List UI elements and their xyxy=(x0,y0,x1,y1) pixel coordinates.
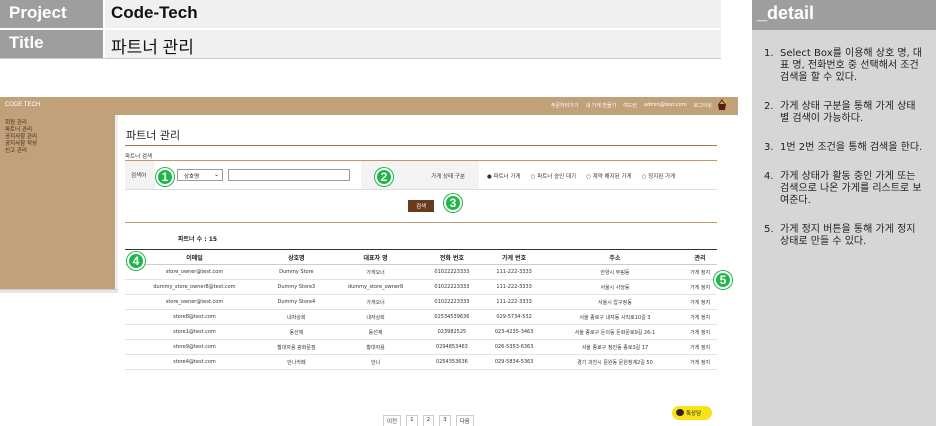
title-divider xyxy=(125,145,717,146)
nav-order[interactable]: 주문하러가기 xyxy=(551,102,579,109)
title-value: 파트너 관리 xyxy=(105,30,721,58)
sidebar-item-write-notice[interactable]: 공지사항 작성 xyxy=(5,141,118,148)
pager-page-1[interactable]: 1 xyxy=(406,415,418,426)
project-key: Project xyxy=(0,0,103,28)
partner-count: 파트너 수 : 15 xyxy=(178,236,218,243)
pagination: 이전 1 2 3 다음 xyxy=(383,415,474,426)
search-box: 검색어 상호명 ⌄ 가게 상태 구분 ● 파트너 가게 ○ 파트너 승인 대기 … xyxy=(125,160,717,190)
detail-item: 2. 가게 상태 구분을 통해 가게 상태 별 검색이 가능하다. xyxy=(764,101,916,124)
col-phone: 전화 번호 xyxy=(422,249,482,265)
pager-next[interactable]: 다음 xyxy=(455,415,474,426)
table-row: store4@test.com 안나카페 안나 0254353636 029-5834-… xyxy=(125,354,717,370)
suspend-store-button[interactable]: 가게 정지 xyxy=(683,339,717,355)
suspend-store-button[interactable]: 가게 정지 xyxy=(683,264,717,280)
col-store-name: 상호명 xyxy=(263,249,329,265)
sidebar-horizontal-scrollbar[interactable] xyxy=(0,289,118,293)
basket-icon[interactable] xyxy=(716,99,728,111)
brand-logo[interactable]: CODE TECH xyxy=(5,102,40,108)
marker-5: 5 xyxy=(714,271,732,289)
marker-3: 3 xyxy=(444,194,462,212)
search-type-select[interactable]: 상호명 ⌄ xyxy=(177,169,223,181)
status-radio-group: ● 파트너 가게 ○ 파트너 승인 대기 ○ 계약 해지된 가게 ○ 정지된 가… xyxy=(487,172,675,180)
page-title: 파트너 관리 xyxy=(126,129,181,142)
table-header-row: 이메일 상호명 대표자 명 전화 번호 가게 번호 주소 관리 xyxy=(125,249,717,265)
partner-table: 이메일 상호명 대표자 명 전화 번호 가게 번호 주소 관리 store_ow… xyxy=(125,249,717,370)
pager-page-2[interactable]: 2 xyxy=(422,415,435,426)
table-row: store8@test.com 내자상회 내자상회 02534539636 029-57… xyxy=(125,309,717,325)
table-row: store1@test.com 동선재 동선재 023982525 023-4235-3… xyxy=(125,324,717,340)
suspend-store-button[interactable]: 가게 정지 xyxy=(683,324,717,340)
chevron-down-icon: ⌄ xyxy=(213,171,219,178)
table-row: store_owner@test.com Dummy Store4 가게오너 0102… xyxy=(125,294,717,310)
search-button[interactable]: 검색 xyxy=(408,200,434,212)
detail-list: 1. Select Box를 이용해 상호 명, 대표 명, 전화번호 중 선택해… xyxy=(752,30,936,248)
detail-panel: _detail 1. Select Box를 이용해 상호 명, 대표 명, 전화… xyxy=(752,0,936,426)
pager-page-3[interactable]: 3 xyxy=(439,415,451,426)
detail-item: 5. 가게 정지 버튼을 통해 가게 정지 상태로 만들 수 있다. xyxy=(764,224,916,247)
app-screenshot: CODE TECH 주문하러가기 내 가게 만들기 여드런 admin@test… xyxy=(0,97,738,426)
sidebar-item-notices[interactable]: 공지사항 관리 xyxy=(5,134,118,141)
results-divider xyxy=(125,222,717,223)
col-store-phone: 가게 번호 xyxy=(481,249,547,265)
search-input[interactable] xyxy=(228,169,350,181)
marker-4: 4 xyxy=(127,252,145,270)
table-row: store9@test.com 황대자용 광화문점 황대자용 0294853463 02… xyxy=(125,339,717,355)
detail-item: 4. 가게 상태가 활동 중인 가게 또는 검색으로 나온 가게를 리스트로 보여… xyxy=(764,171,922,206)
marker-2: 2 xyxy=(375,168,393,186)
marker-1: 1 xyxy=(156,168,174,186)
sidebar-item-members[interactable]: 회원 관리 xyxy=(5,120,118,127)
search-term-label: 검색어 xyxy=(125,161,155,189)
detail-title: _detail xyxy=(752,0,936,30)
kakao-chat-button[interactable]: 톡상담 xyxy=(672,406,712,420)
col-address: 주소 xyxy=(546,249,684,265)
header-divider xyxy=(0,58,721,59)
radio-suspended[interactable]: ○ 정지된 가게 xyxy=(642,172,676,180)
title-row: Title 파트너 관리 xyxy=(0,30,721,58)
nav-email[interactable]: admin@test.com xyxy=(644,102,687,109)
col-owner: 대표자 명 xyxy=(328,249,423,265)
table-row: dummy_store_owner8@test.com Dummy Store3 d… xyxy=(125,279,717,295)
speech-bubble-icon xyxy=(676,409,684,416)
nav-logout[interactable]: 로그아웃 xyxy=(694,102,712,109)
slide: Project Code-Tech Title 파트너 관리 _detail 1… xyxy=(0,0,936,426)
radio-pending[interactable]: ○ 파트너 승인 대기 xyxy=(531,172,576,180)
sidebar: 회원 관리 파트너 관리 공지사항 관리 공지사항 작성 신고 관리 xyxy=(0,115,118,291)
suspend-store-button[interactable]: 가게 정지 xyxy=(683,294,717,310)
nav-make-store[interactable]: 내 가게 만들기 xyxy=(585,102,616,109)
col-manage: 관리 xyxy=(683,249,717,265)
search-section-label: 파트너 검색 xyxy=(125,154,153,160)
nav-user[interactable]: 여드런 xyxy=(623,102,637,109)
sidebar-item-reports[interactable]: 신고 관리 xyxy=(5,148,118,155)
project-value: Code-Tech xyxy=(105,0,721,28)
detail-item: 1. Select Box를 이용해 상호 명, 대표 명, 전화번호 중 선택해… xyxy=(764,48,923,83)
col-email: 이메일 xyxy=(125,249,264,265)
suspend-store-button[interactable]: 가게 정지 xyxy=(683,309,717,325)
radio-terminated[interactable]: ○ 계약 해지된 가게 xyxy=(586,172,631,180)
sidebar-item-partners[interactable]: 파트너 관리 xyxy=(5,127,118,134)
suspend-store-button[interactable]: 가게 정지 xyxy=(683,354,717,370)
top-nav: 주문하러가기 내 가게 만들기 여드런 admin@test.com 로그아웃 xyxy=(551,102,712,109)
radio-partner-store[interactable]: ● 파트너 가게 xyxy=(487,172,521,180)
top-bar: CODE TECH 주문하러가기 내 가게 만들기 여드런 admin@test… xyxy=(0,97,738,115)
suspend-store-button[interactable]: 가게 정지 xyxy=(683,279,717,295)
table-row: store_owner@test.com Dummy Store 가게오너 01022… xyxy=(125,264,717,280)
detail-item: 3. 1번 2번 조건을 통해 검색을 한다. xyxy=(764,142,923,153)
title-key: Title xyxy=(0,30,103,58)
main-content: 파트너 관리 파트너 검색 검색어 상호명 ⌄ 가게 상태 구분 ● 파트너 가… xyxy=(118,115,738,426)
pager-prev[interactable]: 이전 xyxy=(383,415,402,426)
project-row: Project Code-Tech xyxy=(0,0,721,28)
